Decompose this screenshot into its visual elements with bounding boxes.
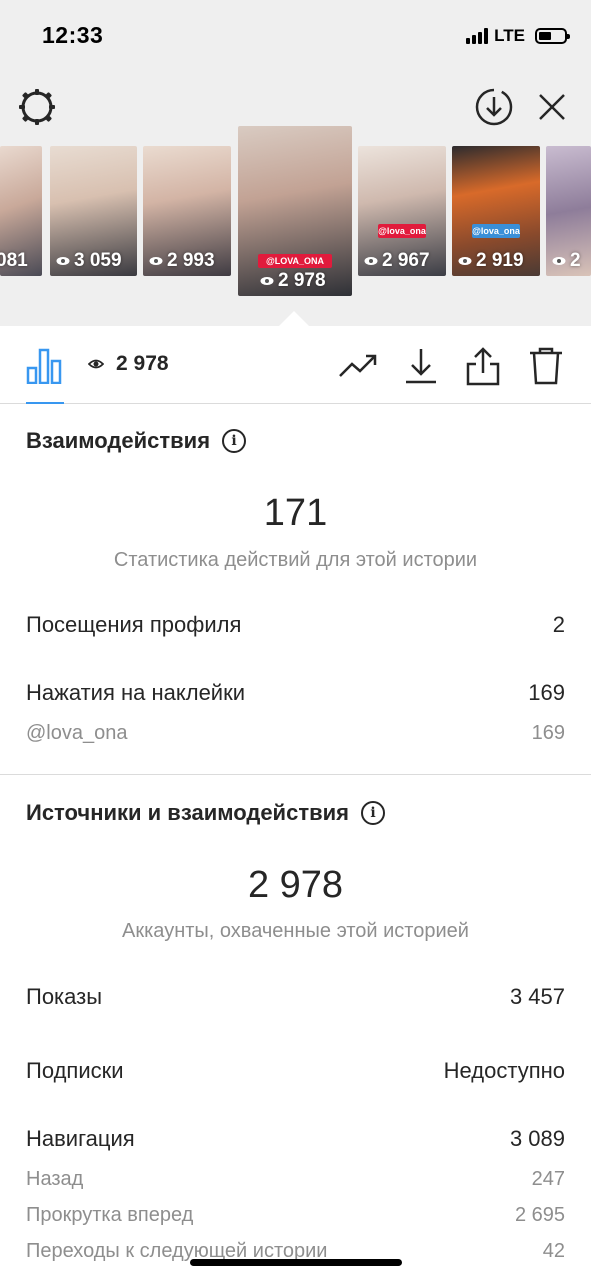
eye-icon	[458, 257, 472, 265]
info-icon[interactable]: i	[360, 801, 385, 825]
stat-value: 3 089	[509, 1126, 565, 1151]
home-indicator[interactable]	[190, 1259, 402, 1266]
stat-value: 42	[542, 1240, 565, 1262]
stat-value: 3 457	[509, 984, 565, 1009]
stat-label: Прокрутка вперед	[26, 1204, 194, 1226]
section-title: Источники и взаимодействия	[26, 800, 349, 825]
story-thumbnail[interactable]: 2 993	[143, 146, 231, 276]
story-thumbnail[interactable]: 081	[0, 146, 42, 276]
selected-story-pointer	[279, 311, 309, 326]
story-toolbar: 2 978	[0, 326, 591, 404]
stat-subrow: Назад 247	[26, 1168, 565, 1191]
story-views: 2	[552, 250, 581, 272]
battery-icon	[535, 28, 570, 44]
story-mention-tag: @LOVA_ONA	[258, 254, 332, 268]
reach-total: 2 978	[247, 864, 344, 906]
close-icon[interactable]	[530, 85, 574, 129]
story-thumbnail[interactable]: @lova_ona 2 967	[358, 146, 446, 276]
download-icon[interactable]	[401, 346, 441, 386]
status-time: 12:33	[42, 22, 104, 48]
status-bar: 12:33 LTE	[0, 0, 591, 70]
story-thumbnail[interactable]: 3 059	[50, 146, 137, 276]
trash-icon[interactable]	[526, 346, 566, 386]
views-count: 2 978	[116, 352, 169, 375]
interactions-total: 171	[263, 492, 328, 534]
eye-icon	[149, 257, 163, 265]
stat-subrow: @lova_ona 169	[26, 722, 565, 745]
stat-value: Недоступно	[443, 1058, 565, 1083]
stat-label: Посещения профиля	[26, 612, 242, 637]
network-label: LTE	[494, 26, 525, 45]
stat-label: Назад	[26, 1168, 84, 1190]
story-views: 081	[0, 250, 28, 271]
interactions-total-label: Статистика действий для этой истории	[113, 549, 478, 571]
story-views: 2 919	[458, 250, 524, 272]
stat-label: Подписки	[26, 1058, 124, 1083]
eye-icon	[260, 277, 274, 285]
bar-chart-icon[interactable]	[24, 346, 64, 386]
stat-label: Показы	[26, 984, 103, 1009]
stat-value: 169	[528, 680, 565, 705]
stat-value: 169	[531, 722, 565, 744]
download-circle-icon[interactable]	[472, 85, 516, 129]
views-counter: 2 978	[88, 352, 169, 376]
stat-label: @lova_ona	[26, 722, 128, 744]
story-thumbnail[interactable]: @lova_ona 2 919	[452, 146, 540, 276]
eye-icon	[88, 359, 104, 369]
interactions-header: Взаимодействия i	[26, 428, 247, 454]
signal-icon	[466, 28, 489, 44]
status-indicators: LTE	[466, 26, 570, 46]
stat-value: 247	[531, 1168, 565, 1190]
section-divider	[0, 774, 591, 775]
section-title: Взаимодействия	[26, 428, 211, 453]
gear-icon[interactable]	[15, 85, 59, 129]
stat-row: Нажатия на наклейки 169	[26, 680, 565, 706]
share-icon[interactable]	[463, 346, 503, 386]
stat-row: Навигация 3 089	[26, 1126, 565, 1152]
stat-row: Показы 3 457	[26, 984, 565, 1010]
stat-label: Навигация	[26, 1126, 135, 1151]
stat-label: Нажатия на наклейки	[26, 680, 246, 705]
story-views: 2 993	[149, 250, 215, 272]
story-views: 2 978	[260, 270, 326, 292]
stat-row: Посещения профиля 2	[26, 612, 565, 638]
info-icon[interactable]: i	[222, 429, 247, 453]
discovery-header: Источники и взаимодействия i	[26, 800, 385, 826]
eye-icon	[552, 257, 566, 265]
story-thumbnail[interactable]: 2	[546, 146, 591, 276]
story-views: 3 059	[56, 250, 122, 272]
stat-value: 2	[552, 612, 565, 637]
stat-value: 2 695	[514, 1204, 565, 1226]
insights-content: Взаимодействия i 171 Статистика действий…	[0, 404, 591, 1280]
eye-icon	[56, 257, 70, 265]
eye-icon	[364, 257, 378, 265]
stories-header: 081 3 059 2 993 @LOVA_ONA 2 978 @lova_on…	[0, 70, 591, 326]
story-mention-tag: @lova_ona	[472, 224, 520, 238]
story-mention-tag: @lova_ona	[378, 224, 426, 238]
stat-subrow: Прокрутка вперед 2 695	[26, 1204, 565, 1227]
trending-icon[interactable]	[338, 346, 378, 386]
reach-total-label: Аккаунты, охваченные этой историей	[122, 920, 469, 942]
story-views: 2 967	[364, 250, 430, 272]
story-thumbnail-selected[interactable]: @LOVA_ONA 2 978	[238, 126, 352, 296]
stat-row: Подписки Недоступно	[26, 1058, 565, 1084]
